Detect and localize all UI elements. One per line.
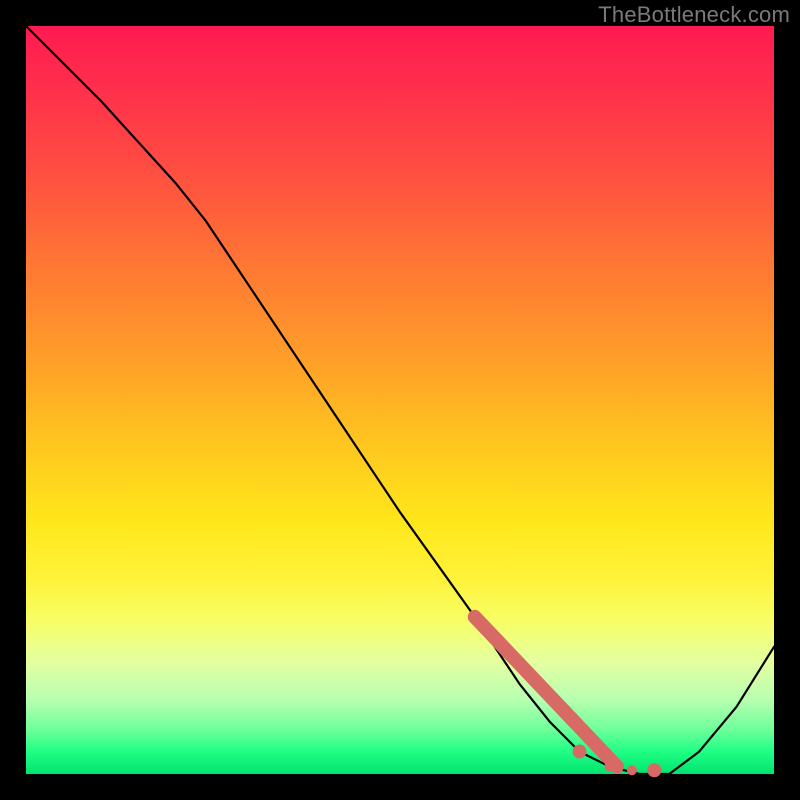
indicator-dot xyxy=(604,762,614,772)
chart-frame: TheBottleneck.com xyxy=(0,0,800,800)
plot-area xyxy=(26,26,774,774)
indicator-dot xyxy=(627,765,637,775)
bottleneck-curve xyxy=(26,26,774,774)
curve-svg xyxy=(26,26,774,774)
watermark-text: TheBottleneck.com xyxy=(598,2,790,28)
indicator-dot xyxy=(647,763,661,777)
indicator-dot xyxy=(573,745,587,759)
highlight-thick-segment xyxy=(475,617,617,767)
